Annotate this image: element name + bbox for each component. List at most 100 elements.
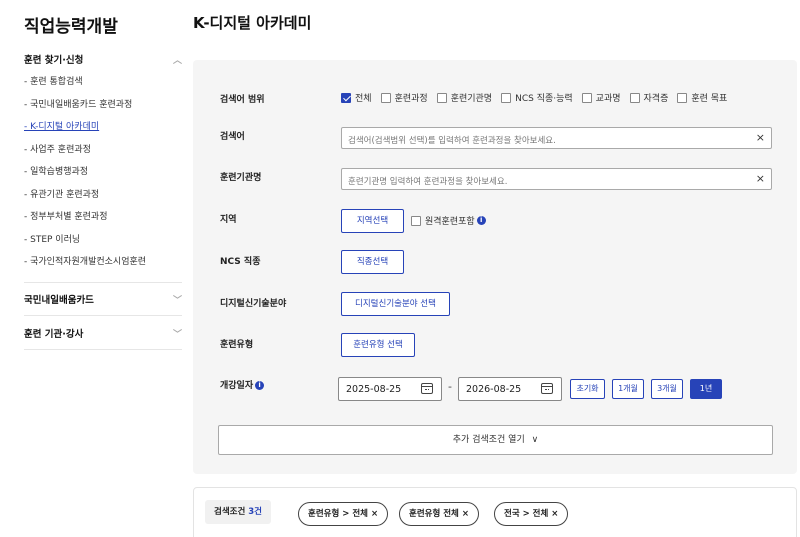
- scope-label: 검색어 범위: [220, 95, 265, 105]
- close-icon[interactable]: ×: [551, 509, 558, 519]
- clear-icon[interactable]: ×: [756, 131, 765, 144]
- condition-tag-label: 전국 > 전체: [504, 509, 549, 519]
- condition-tag[interactable]: 전국 > 전체 ×: [494, 502, 569, 526]
- close-icon[interactable]: ×: [371, 509, 378, 519]
- sidebar-section-national-card: 국민내일배움카드 ﹀: [24, 292, 182, 306]
- keyword-label: 검색어: [220, 132, 245, 142]
- sidebar-section-header-training-search[interactable]: 훈련 찾기·신청 ︿: [24, 52, 182, 66]
- date-1month-button[interactable]: 1개월: [612, 379, 644, 399]
- search-panel: 검색어 범위 전체 훈련과정 훈련기관명 NCS 직종·능력 교과명 자격증 훈…: [193, 60, 797, 474]
- date-start-value: 2025-08-25: [346, 384, 402, 395]
- checkbox-icon: [629, 92, 640, 103]
- training-type-select-button[interactable]: 훈련유형 선택: [341, 333, 415, 357]
- keyword-placeholder: 검색어(검색범위 선택)를 입력하여 훈련과정을 찾아보세요.: [348, 136, 556, 146]
- region-label: 지역: [220, 215, 237, 225]
- more-conditions-label: 추가 검색조건 열기: [452, 435, 525, 445]
- scope-checkbox-institution[interactable]: 훈련기관명: [436, 91, 492, 104]
- close-icon[interactable]: ×: [462, 509, 469, 519]
- sidebar-sub-list: - 훈련 통합검색 - 국민내일배움카드 훈련과정 - K-디지털 아카데미 -…: [24, 76, 182, 279]
- ncs-label: NCS 직종: [220, 257, 261, 267]
- sidebar-section-label: 훈련 찾기·신청: [24, 55, 84, 66]
- chevron-down-icon: ﹀: [172, 295, 182, 306]
- scope-options: 전체 훈련과정 훈련기관명 NCS 직종·능력 교과명 자격증 훈련 목표: [341, 91, 736, 104]
- date-end-input[interactable]: 2026-08-25: [458, 377, 562, 401]
- search-conditions-bar: 검색조건 3건 훈련유형 > 전체 × 훈련유형 전체 × 전국 > 전체 ×: [193, 487, 797, 537]
- condition-tag-label: 훈련유형 전체: [409, 509, 459, 519]
- sidebar-item-k-digital-academy[interactable]: - K-디지털 아카데미: [24, 121, 182, 144]
- sidebar-section-label: 훈련 기관·강사: [24, 329, 84, 340]
- date-1year-button[interactable]: 1년: [690, 379, 722, 399]
- sidebar-divider: [24, 349, 182, 350]
- date-reset-button[interactable]: 초기화: [570, 379, 605, 399]
- page-title: K-디지털 아카데미: [193, 14, 312, 32]
- condition-tag[interactable]: 훈련유형 전체 ×: [399, 502, 479, 526]
- keyword-input[interactable]: 검색어(검색범위 선택)를 입력하여 훈련과정을 찾아보세요. ×: [341, 127, 772, 149]
- institution-label: 훈련기관명: [220, 173, 262, 183]
- institution-input[interactable]: 훈련기관명 입력하여 훈련과정을 찾아보세요. ×: [341, 168, 772, 190]
- scope-checkbox-course[interactable]: 훈련과정: [380, 91, 428, 104]
- sidebar-section-header-national-card[interactable]: 국민내일배움카드 ﹀: [24, 292, 182, 306]
- start-date-label-text: 개강일자: [220, 381, 254, 391]
- date-3month-button[interactable]: 3개월: [651, 379, 683, 399]
- checkbox-icon: [677, 92, 688, 103]
- sidebar-divider: [24, 282, 182, 283]
- sidebar-section-header-institution-instructor[interactable]: 훈련 기관·강사 ﹀: [24, 326, 182, 340]
- sidebar-item-national-card-course[interactable]: - 국민내일배움카드 훈련과정: [24, 99, 182, 122]
- digital-tech-label: 디지털신기술분야: [220, 299, 287, 309]
- sidebar-section-institution-instructor: 훈련 기관·강사 ﹀: [24, 326, 182, 340]
- scope-checkbox-subject[interactable]: 교과명: [581, 91, 621, 104]
- sidebar-item-integrated-search[interactable]: - 훈련 통합검색: [24, 76, 182, 99]
- checkbox-label: 훈련과정: [394, 94, 428, 104]
- scope-checkbox-goal[interactable]: 훈련 목표: [677, 91, 727, 104]
- more-conditions-button[interactable]: 추가 검색조건 열기 ∨: [218, 425, 773, 455]
- checkbox-checked-icon: [341, 92, 351, 103]
- info-icon[interactable]: i: [255, 381, 265, 390]
- checkbox-label: NCS 직종·능력: [515, 94, 573, 104]
- clear-icon[interactable]: ×: [756, 172, 765, 185]
- sidebar-item-employer-course[interactable]: - 사업주 훈련과정: [24, 144, 182, 167]
- ncs-select-button[interactable]: 직종선택: [341, 250, 404, 274]
- chevron-down-icon: ∨: [531, 435, 539, 445]
- sidebar-item-related-institution-course[interactable]: - 유관기관 훈련과정: [24, 189, 182, 212]
- date-separator: -: [448, 380, 452, 393]
- condition-tag-label: 훈련유형 > 전체: [308, 509, 368, 519]
- date-start-input[interactable]: 2025-08-25: [338, 377, 442, 401]
- calendar-icon[interactable]: [421, 383, 433, 394]
- remote-training-option[interactable]: 원격훈련포함 i: [411, 214, 486, 227]
- sidebar-item-ministry-course[interactable]: - 정부부처별 훈련과정: [24, 211, 182, 234]
- checkbox-icon: [436, 92, 447, 103]
- digital-tech-select-button[interactable]: 디지털신기술분야 선택: [341, 292, 450, 316]
- checkbox-label: 전체: [355, 94, 372, 104]
- chevron-up-icon: ︿: [172, 55, 182, 66]
- condition-tag[interactable]: 훈련유형 > 전체 ×: [298, 502, 389, 526]
- checkbox-label: 훈련 목표: [691, 94, 728, 104]
- start-date-label: 개강일자 i: [220, 378, 265, 391]
- checkbox-icon: [501, 92, 512, 103]
- sidebar-title: 직업능력개발: [24, 17, 118, 37]
- info-icon[interactable]: i: [476, 216, 486, 225]
- checkbox-label: 교과명: [595, 94, 621, 104]
- sidebar-section-label: 국민내일배움카드: [24, 295, 94, 306]
- training-type-label: 훈련유형: [220, 340, 254, 350]
- checkbox-icon: [411, 215, 421, 226]
- scope-checkbox-ncs[interactable]: NCS 직종·능력: [501, 91, 573, 104]
- calendar-icon[interactable]: [541, 383, 553, 394]
- scope-checkbox-all[interactable]: 전체: [341, 91, 372, 104]
- sidebar-item-consortium-training[interactable]: - 국가인적자원개발컨소시엄훈련: [24, 256, 182, 279]
- scope-checkbox-certificate[interactable]: 자격증: [629, 91, 669, 104]
- chevron-down-icon: ﹀: [172, 329, 182, 340]
- remote-checkbox[interactable]: [411, 215, 425, 226]
- institution-placeholder: 훈련기관명 입력하여 훈련과정을 찾아보세요.: [348, 177, 508, 187]
- sidebar-section-training-search: 훈련 찾기·신청 ︿ - 훈련 통합검색 - 국민내일배움카드 훈련과정 - K…: [24, 52, 182, 279]
- checkbox-label: 자격증: [643, 94, 669, 104]
- sidebar-divider: [24, 315, 182, 316]
- remote-label: 원격훈련포함: [425, 217, 475, 227]
- search-conditions-label-text: 검색조건: [214, 507, 246, 517]
- search-conditions-count: 3건: [248, 507, 262, 517]
- region-select-button[interactable]: 지역선택: [341, 209, 404, 233]
- sidebar-item-work-study-course[interactable]: - 일학습병행과정: [24, 166, 182, 189]
- search-conditions-label: 검색조건 3건: [205, 500, 271, 524]
- sidebar-item-step-elearning[interactable]: - STEP 이러닝: [24, 234, 182, 257]
- checkbox-icon: [380, 92, 391, 103]
- checkbox-icon: [581, 92, 592, 103]
